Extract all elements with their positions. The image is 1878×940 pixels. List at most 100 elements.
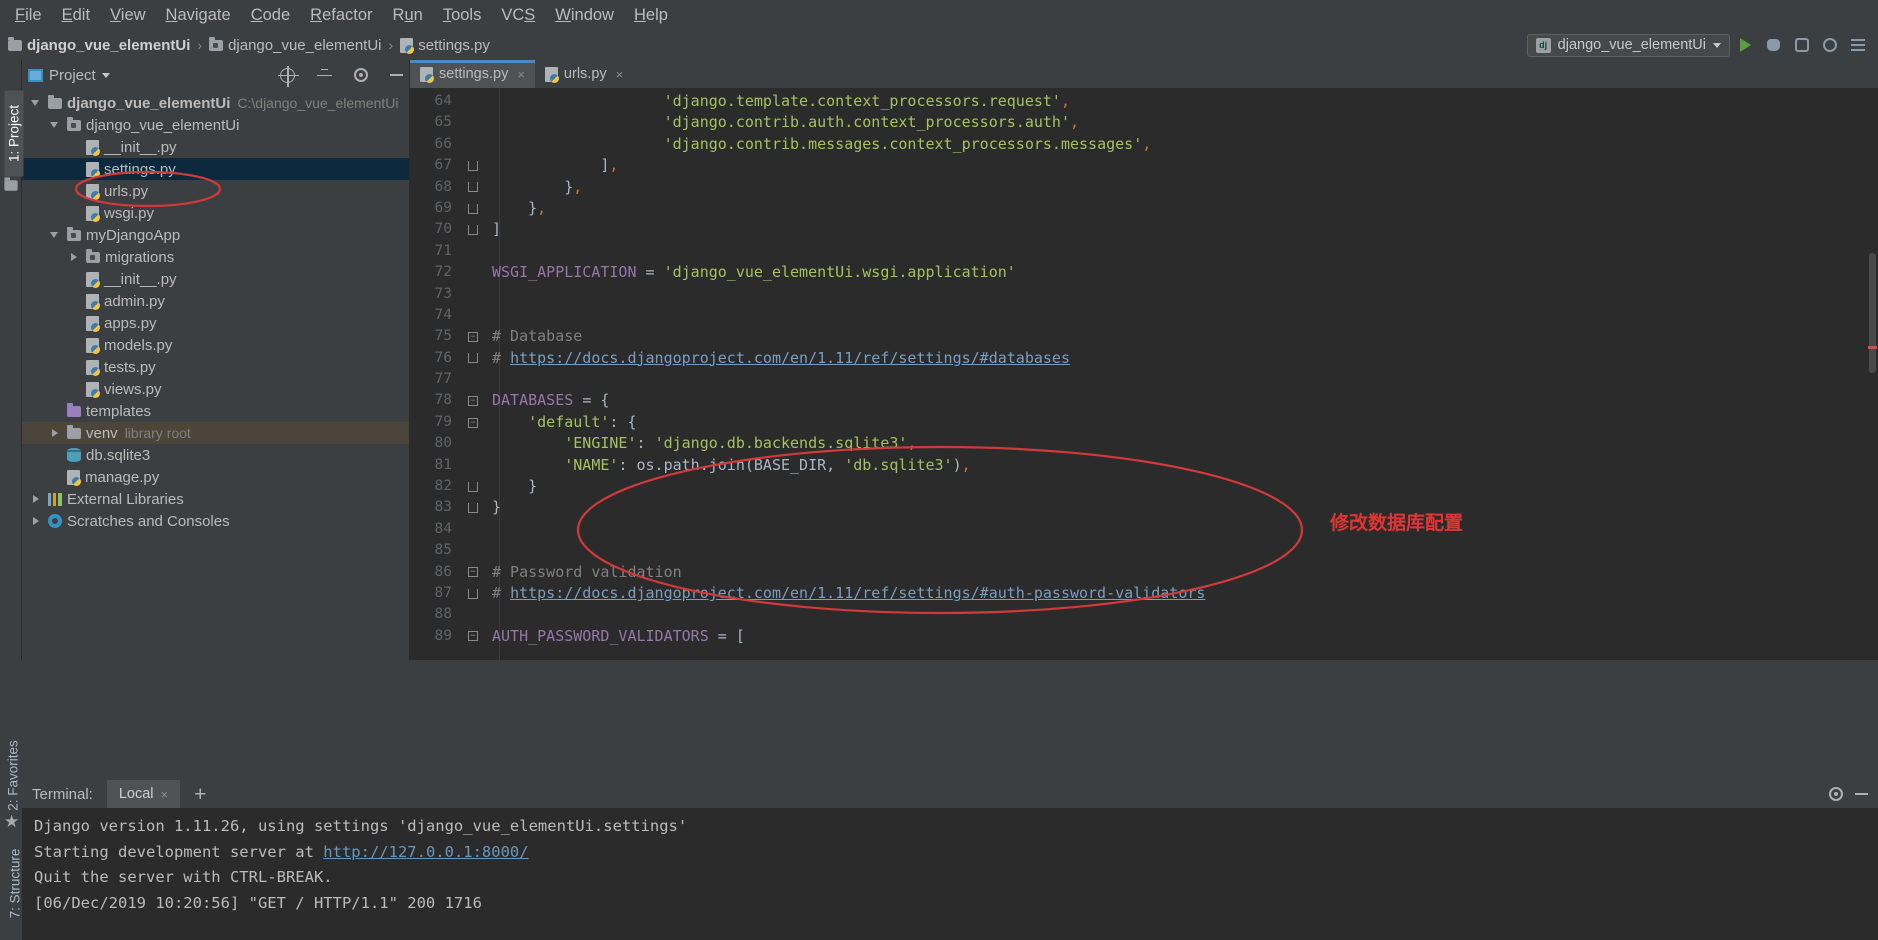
code-viewport[interactable]: 64 'django.template.context_processors.r… (410, 88, 1878, 660)
tree-item-urls-py[interactable]: urls.py (22, 180, 409, 202)
fold-marker[interactable]: − (462, 567, 484, 578)
code-text: }, (484, 177, 582, 198)
scroll-from-source-icon[interactable] (278, 65, 299, 87)
tree-twisty-collapsed[interactable] (49, 429, 62, 437)
sidebar-item-project-tab[interactable]: 1: Project (4, 90, 24, 177)
tree-twisty-collapsed[interactable] (68, 253, 81, 261)
tree-item-tests-py[interactable]: tests.py (22, 356, 409, 378)
gear-icon[interactable] (1829, 787, 1843, 801)
tree-item-db-sqlite3[interactable]: db.sqlite3 (22, 444, 409, 466)
tree-item-migrations[interactable]: migrations (22, 246, 409, 268)
tree-item-label: manage.py (85, 468, 160, 486)
scrollbar-thumb[interactable] (1869, 253, 1876, 373)
terminal-link[interactable]: http://127.0.0.1:8000/ (323, 843, 528, 861)
tree-twisty-collapsed[interactable] (30, 517, 43, 525)
code-token: } (492, 498, 502, 517)
gear-icon[interactable] (354, 68, 368, 82)
menu-item-window[interactable]: Window (546, 3, 623, 28)
menu-item-file[interactable]: File (6, 3, 51, 28)
fold-marker[interactable]: − (462, 631, 484, 642)
tree-item-mydjangoapp[interactable]: myDjangoApp (22, 224, 409, 246)
chevron-down-icon[interactable] (101, 72, 110, 78)
terminal-tab-label: Local (118, 786, 154, 802)
fold-marker[interactable]: − (462, 331, 484, 342)
terminal-tab-local[interactable]: Local × (106, 780, 181, 808)
tree-item-django-vue-elementui[interactable]: django_vue_elementUi C:\django_vue_elemen… (22, 92, 409, 114)
tree-twisty-collapsed[interactable] (30, 495, 43, 503)
fold-marker[interactable] (462, 225, 484, 236)
run-configuration-selector[interactable]: dj django_vue_elementUi (1526, 33, 1730, 57)
collapse-all-icon[interactable] (317, 68, 332, 82)
sidebar-item-structure-tab[interactable]: 7: Structure (8, 838, 23, 930)
run-button[interactable] (1733, 33, 1758, 58)
tree-item-settings-py[interactable]: settings.py (22, 158, 409, 180)
hide-terminal-icon[interactable] (1855, 793, 1868, 795)
tree-item-manage-py[interactable]: manage.py (22, 466, 409, 488)
editor-tab-settings-py[interactable]: settings.py × (410, 60, 535, 88)
code-link[interactable]: https://docs.djangoproject.com/en/1.11/r… (510, 584, 1205, 602)
coverage-button[interactable] (1789, 33, 1814, 58)
tree-twisty-expanded[interactable] (49, 232, 62, 238)
tree-item-venv[interactable]: venv library root (22, 422, 409, 444)
menu-item-view[interactable]: View (101, 3, 154, 28)
fold-marker[interactable] (462, 503, 484, 514)
tree-item-label: tests.py (104, 358, 156, 376)
breadcrumb-item-project[interactable]: django_vue_elementUi (8, 36, 190, 54)
tree-item-models-py[interactable]: models.py (22, 334, 409, 356)
editor-marker-strip[interactable] (1866, 88, 1878, 660)
tree-item-scratches-and-consoles[interactable]: Scratches and Consoles (22, 510, 409, 532)
hide-panel-icon[interactable] (390, 74, 403, 76)
fold-marker[interactable] (462, 588, 484, 599)
code-text: 'django.contrib.auth.context_processors.… (484, 112, 1079, 133)
menu-item-vcs[interactable]: VCS (492, 3, 544, 28)
code-link[interactable]: https://docs.djangoproject.com/en/1.11/r… (510, 349, 1070, 367)
terminal-text: [06/Dec/2019 10:20:56] "GET / HTTP/1.1" … (34, 893, 482, 912)
debug-button[interactable] (1761, 33, 1786, 58)
error-marker[interactable] (1868, 346, 1877, 349)
tree-item---init---py[interactable]: __init__.py (22, 136, 409, 158)
menu-item-run[interactable]: Run (384, 3, 432, 28)
close-icon[interactable]: × (161, 787, 169, 802)
fold-marker[interactable] (462, 160, 484, 171)
tree-item-external-libraries[interactable]: External Libraries (22, 488, 409, 510)
tree-twisty-expanded[interactable] (30, 100, 43, 106)
fold-marker[interactable] (462, 353, 484, 364)
tree-item-templates[interactable]: templates (22, 400, 409, 422)
menu-item-tools[interactable]: Tools (434, 3, 491, 28)
terminal-output[interactable]: Django version 1.11.26, using settings '… (22, 808, 1878, 940)
project-tool-window: Project django_vue_elementUi C:\django_vu… (22, 60, 410, 660)
breadcrumb-item-module[interactable]: django_vue_elementUi (209, 36, 382, 54)
tool-windows-button[interactable] (1845, 33, 1870, 58)
tree-item---init---py[interactable]: __init__.py (22, 268, 409, 290)
sidebar-item-favorites-tab[interactable]: 2: Favorites (6, 733, 21, 819)
fold-marker[interactable] (462, 203, 484, 214)
menu-item-help[interactable]: Help (625, 3, 677, 28)
fold-marker[interactable] (462, 481, 484, 492)
line-number: 66 (434, 135, 452, 152)
profile-button[interactable] (1817, 33, 1842, 58)
line-number: 89 (434, 627, 452, 644)
code-text: } (484, 476, 537, 497)
add-terminal-icon[interactable]: + (194, 784, 206, 805)
tree-item-admin-py[interactable]: admin.py (22, 290, 409, 312)
project-tree[interactable]: django_vue_elementUi C:\django_vue_elemen… (22, 90, 409, 660)
close-icon[interactable]: × (616, 67, 624, 82)
breadcrumb-item-file[interactable]: settings.py (400, 37, 490, 54)
fold-marker[interactable]: − (462, 396, 484, 407)
menu-item-navigate[interactable]: Navigate (157, 3, 240, 28)
menu-item-code[interactable]: Code (242, 3, 299, 28)
line-number: 67 (434, 157, 452, 174)
close-icon[interactable]: × (517, 67, 525, 82)
fold-marker[interactable]: − (462, 417, 484, 428)
tree-twisty-expanded[interactable] (49, 122, 62, 128)
tree-item-django-vue-elementui[interactable]: django_vue_elementUi (22, 114, 409, 136)
tree-item-views-py[interactable]: views.py (22, 378, 409, 400)
breadcrumb-separator-icon: › (197, 37, 203, 53)
menu-item-edit[interactable]: Edit (53, 3, 99, 28)
tree-item-wsgi-py[interactable]: wsgi.py (22, 202, 409, 224)
tree-item-apps-py[interactable]: apps.py (22, 312, 409, 334)
menu-item-refactor[interactable]: Refactor (301, 3, 381, 28)
fold-marker[interactable] (462, 182, 484, 193)
star-icon[interactable]: ★ (4, 812, 19, 832)
editor-tab-urls-py[interactable]: urls.py × (534, 60, 634, 88)
